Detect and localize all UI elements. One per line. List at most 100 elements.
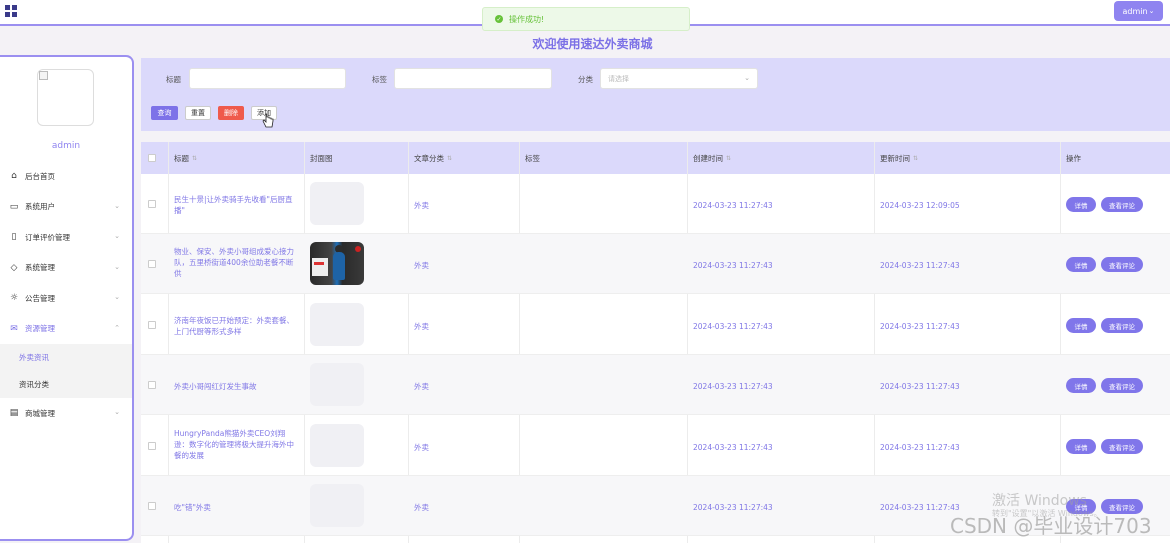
table-row[interactable]: 物业、保安、外卖小哥组成爱心接力队，五里桥街道400余位助老餐不断供 外卖 2024…: [141, 234, 1170, 294]
inbox-icon: ✉: [10, 323, 18, 334]
chevron-down-icon: ⌄: [114, 232, 120, 240]
title-label: 标题: [166, 75, 181, 84]
row-title[interactable]: 济南年夜饭已开始预定：外卖套餐、上门代厨等形式多样: [174, 315, 296, 337]
sidebar-username: admin: [51, 141, 81, 151]
cover-image: [310, 242, 364, 285]
sidebar-item-label: 商城管理: [25, 408, 55, 418]
sort-icon: ⇅: [726, 154, 732, 162]
sidebar-item-label: 资源管理: [25, 324, 55, 334]
view-comments-button[interactable]: 查看评论: [1101, 318, 1143, 333]
tag-icon: ◇: [10, 262, 18, 273]
hand-cursor-icon: [262, 113, 274, 128]
chevron-down-icon: ⌄: [114, 262, 120, 271]
cover-image: [310, 484, 364, 527]
sidebar-item-mall[interactable]: ▤ 商城管理 ⌄: [0, 398, 132, 429]
column-label: 标签: [525, 153, 540, 163]
column-label: 封面图: [310, 153, 333, 163]
row-updated-time: 2024-03-23 11:27:43: [880, 322, 960, 331]
row-title[interactable]: HungryPanda熊猫外卖CEO刘翔逊：数字化的管理将极大提升海外中餐的发展: [174, 428, 296, 461]
row-created-time: 2024-03-23 11:27:43: [693, 382, 773, 391]
detail-button[interactable]: 详情: [1066, 378, 1096, 393]
row-checkbox[interactable]: [148, 381, 156, 389]
grid-menu-icon[interactable]: [5, 5, 17, 17]
column-header-updated[interactable]: 更新时间 ⇅: [880, 142, 918, 174]
sidebar-item-system-admin[interactable]: ◇ 系统管理 ⌄: [0, 253, 132, 284]
sidebar-item-system-users[interactable]: ▭ 系统用户 ⌄: [0, 192, 132, 223]
row-category: 外卖: [414, 503, 429, 512]
query-button[interactable]: 查询: [151, 106, 178, 120]
sort-icon: ⇅: [447, 154, 453, 162]
view-comments-button[interactable]: 查看评论: [1101, 378, 1143, 393]
row-checkbox[interactable]: [148, 200, 156, 208]
tag-input[interactable]: [394, 68, 552, 89]
sidebar-menu: ⌂ 后台首页 ▭ 系统用户 ⌄ ▯ 订单评价管理 ⌄ ◇ 系统管理 ⌄ ☼ 公告管理 ⌄ ✉ 资源管…: [0, 161, 132, 429]
row-title[interactable]: 外卖小哥闯红灯发生事故: [174, 381, 296, 392]
row-created-time: 2024-03-23 11:27:43: [693, 261, 773, 270]
tag-label: 标签: [372, 75, 387, 84]
row-checkbox[interactable]: [148, 442, 156, 450]
row-created-time: 2024-03-23 11:27:43: [693, 201, 773, 210]
sort-icon: ⇅: [192, 154, 198, 162]
column-header-created[interactable]: 创建时间 ⇅: [693, 142, 731, 174]
cover-image: [310, 424, 364, 467]
row-updated-time: 2024-03-23 11:27:43: [880, 443, 960, 452]
sidebar-subitem-news-category[interactable]: 资讯分类: [0, 371, 132, 398]
column-header-tag: 标签: [525, 142, 540, 174]
row-created-time: 2024-03-23 11:27:43: [693, 503, 773, 512]
row-title[interactable]: 吃"错"外卖: [174, 502, 296, 513]
table-row[interactable]: 济南年夜饭已开始预定：外卖套餐、上门代厨等形式多样 外卖 2024-03-23 11…: [141, 295, 1170, 355]
csdn-watermark: CSDN @毕业设计703: [950, 514, 1152, 538]
row-updated-time: 2024-03-23 11:27:43: [880, 503, 960, 512]
row-checkbox[interactable]: [148, 260, 156, 268]
view-comments-button[interactable]: 查看评论: [1101, 439, 1143, 454]
table-row[interactable]: HungryPanda熊猫外卖CEO刘翔逊：数字化的管理将极大提升海外中餐的发展…: [141, 416, 1170, 476]
cover-image: [310, 182, 364, 225]
avatar: [37, 69, 94, 126]
category-label: 分类: [578, 75, 593, 84]
home-icon: ⌂: [11, 171, 17, 182]
detail-button[interactable]: 详情: [1066, 257, 1096, 272]
cover-image: [310, 363, 364, 406]
detail-button[interactable]: 详情: [1066, 439, 1096, 454]
row-title[interactable]: 物业、保安、外卖小哥组成爱心接力队，五里桥街道400余位助老餐不断供: [174, 246, 296, 279]
row-title[interactable]: 民生十景|让外卖骑手先收看"后厨直播": [174, 194, 296, 216]
view-comments-button[interactable]: 查看评论: [1101, 257, 1143, 272]
sidebar-item-order-review[interactable]: ▯ 订单评价管理 ⌄: [0, 222, 132, 253]
sidebar-item-resources[interactable]: ✉ 资源管理 ⌃: [0, 314, 132, 345]
sidebar-item-announcements[interactable]: ☼ 公告管理 ⌄: [0, 283, 132, 314]
sidebar-subitem-news[interactable]: 外卖资讯: [0, 344, 132, 371]
sidebar-item-label: 系统用户: [25, 202, 55, 212]
column-label: 文章分类: [414, 153, 444, 163]
column-header-title[interactable]: 标题 ⇅: [174, 142, 197, 174]
row-updated-time: 2024-03-23 11:27:43: [880, 382, 960, 391]
admin-dropdown-button[interactable]: admin ⌄: [1114, 1, 1163, 21]
table-row[interactable]: 外卖小哥闯红灯发生事故 外卖 2024-03-23 11:27:43 2024-03-…: [141, 355, 1170, 415]
sidebar: admin ⌂ 后台首页 ▭ 系统用户 ⌄ ▯ 订单评价管理 ⌄ ◇ 系统管理 ⌄ ☼ 公告管理…: [0, 55, 134, 541]
title-input[interactable]: [189, 68, 346, 89]
toast-text: 操作成功!: [509, 14, 545, 24]
column-header-category[interactable]: 文章分类 ⇅: [414, 142, 452, 174]
select-all-checkbox[interactable]: [148, 154, 156, 162]
row-updated-time: 2024-03-23 11:27:43: [880, 261, 960, 270]
row-checkbox[interactable]: [148, 321, 156, 329]
column-header-actions: 操作: [1066, 142, 1081, 174]
news-table: 标题 ⇅ 封面图 文章分类 ⇅ 标签 创建时间 ⇅ 更新时间 ⇅ 操作 民生十景|让外卖…: [141, 142, 1170, 543]
sidebar-item-home[interactable]: ⌂ 后台首页: [0, 161, 132, 192]
table-row[interactable]: 民生十景|让外卖骑手先收看"后厨直播" 外卖 2024-03-23 11:27:43…: [141, 174, 1170, 234]
row-category: 外卖: [414, 322, 429, 331]
row-category: 外卖: [414, 261, 429, 270]
row-created-time: 2024-03-23 11:27:43: [693, 322, 773, 331]
detail-button[interactable]: 详情: [1066, 318, 1096, 333]
reset-button[interactable]: 重置: [185, 106, 211, 120]
view-comments-button[interactable]: 查看评论: [1101, 197, 1143, 212]
category-select[interactable]: 请选择 ⌄: [600, 68, 758, 89]
delete-button[interactable]: 删除: [218, 106, 244, 120]
detail-button[interactable]: 详情: [1066, 197, 1096, 212]
table-header: 标题 ⇅ 封面图 文章分类 ⇅ 标签 创建时间 ⇅ 更新时间 ⇅ 操作: [141, 142, 1170, 174]
chevron-down-icon: ⌄: [114, 408, 120, 416]
column-label: 更新时间: [880, 153, 910, 163]
column-label: 标题: [174, 153, 189, 163]
row-checkbox[interactable]: [148, 502, 156, 510]
sidebar-item-label: 公告管理: [25, 293, 55, 303]
clipboard-icon: ▤: [9, 408, 19, 419]
